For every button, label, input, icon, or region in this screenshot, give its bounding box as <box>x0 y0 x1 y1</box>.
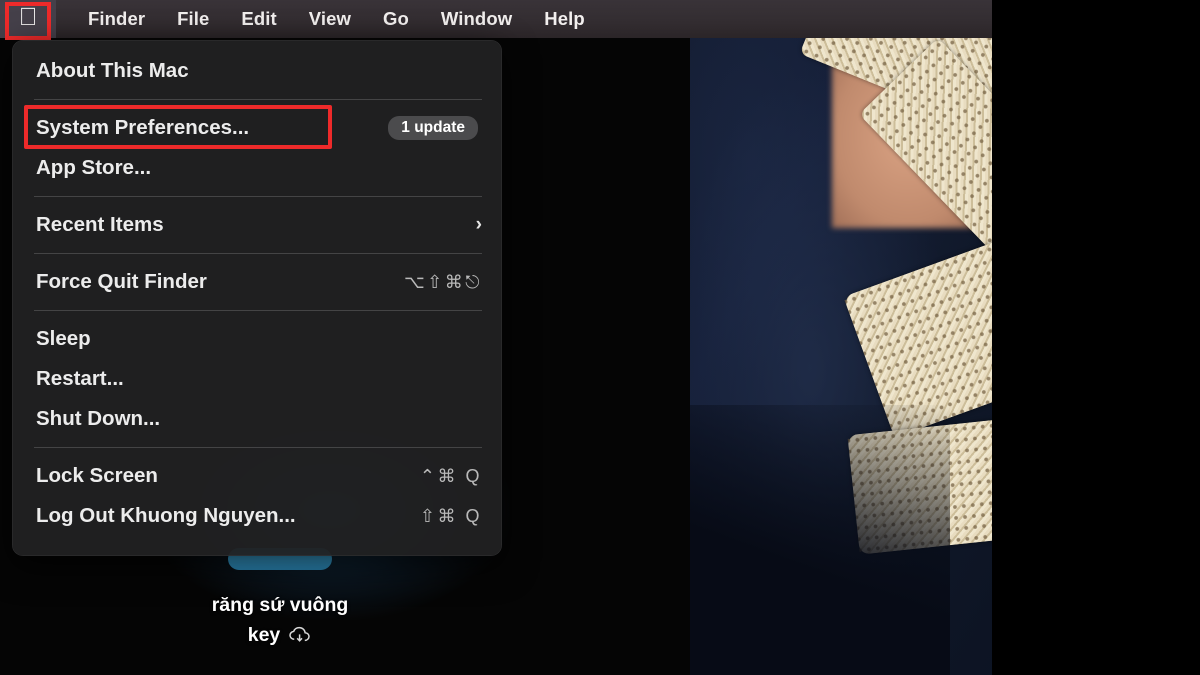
menu-separator <box>34 447 482 448</box>
apple-menu-button[interactable]:  <box>0 0 56 40</box>
menu-item-about-this-mac[interactable]: About This Mac <box>12 51 502 91</box>
menu-item-system-preferences[interactable]: System Preferences... 1 update <box>12 105 502 149</box>
chevron-right-icon: › <box>475 214 482 235</box>
menu-item-log-out[interactable]: Log Out Khuong Nguyen... ⇧⌘ Q <box>12 496 502 536</box>
apple-logo-icon:  <box>19 5 38 30</box>
menu-item-label: Lock Screen <box>36 464 158 487</box>
desktop-icon-caption: răng sứ vuông key <box>140 590 420 650</box>
menu-item-shortcut: ⇧⌘ Q <box>419 505 482 526</box>
menubar-item-view[interactable]: View <box>293 8 367 30</box>
menu-bar:  Finder File Edit View Go Window Help <box>0 0 992 40</box>
menu-item-label: Force Quit Finder <box>36 270 207 293</box>
desktop-icon-label-line2: key <box>247 624 281 646</box>
menu-item-shortcut: ⌃⌘ Q <box>419 465 482 486</box>
menu-item-lock-screen[interactable]: Lock Screen ⌃⌘ Q <box>12 456 502 496</box>
menubar-item-finder[interactable]: Finder <box>72 8 161 30</box>
menubar-item-file[interactable]: File <box>161 8 225 30</box>
menu-item-label: Log Out Khuong Nguyen... <box>36 504 296 527</box>
icloud-download-icon <box>288 626 312 644</box>
menubar-item-go[interactable]: Go <box>367 8 425 30</box>
letterbox-right <box>992 0 1200 675</box>
photo-shadow-edge <box>690 405 950 675</box>
menu-item-shut-down[interactable]: Shut Down... <box>12 399 502 439</box>
menu-separator <box>34 196 482 197</box>
menu-separator <box>34 99 482 100</box>
menu-item-shortcut: ⌥⇧⌘⎋ <box>403 271 482 292</box>
menu-item-label: App Store... <box>36 156 152 179</box>
menu-item-label: About This Mac <box>36 59 189 82</box>
wallpaper-photo <box>690 38 992 675</box>
menu-item-sleep[interactable]: Sleep <box>12 319 502 359</box>
desktop-icon-label-line1: răng sứ vuông <box>211 594 349 616</box>
menubar-item-edit[interactable]: Edit <box>225 8 292 30</box>
menu-item-label: Sleep <box>36 327 91 350</box>
menu-item-force-quit-finder[interactable]: Force Quit Finder ⌥⇧⌘⎋ <box>12 262 502 302</box>
menu-separator <box>34 310 482 311</box>
menu-item-app-store[interactable]: App Store... <box>12 148 502 188</box>
menu-item-label: Restart... <box>36 367 124 390</box>
menu-separator <box>34 253 482 254</box>
menu-item-label: System Preferences... <box>36 116 250 139</box>
desktop[interactable]: răng sứ vuông key  Finder File Ed <box>0 0 992 675</box>
menu-item-label: Shut Down... <box>36 407 161 430</box>
screen: răng sứ vuông key  Finder File Ed <box>0 0 1200 675</box>
menu-item-recent-items[interactable]: Recent Items › <box>12 205 502 245</box>
menu-item-label: Recent Items <box>36 213 164 236</box>
menu-item-restart[interactable]: Restart... <box>12 359 502 399</box>
menubar-item-help[interactable]: Help <box>528 8 601 30</box>
apple-dropdown-menu: About This Mac System Preferences... 1 u… <box>12 40 502 556</box>
update-count-badge: 1 update <box>388 116 478 140</box>
menubar-item-window[interactable]: Window <box>425 8 528 30</box>
desktop-icon-label-line2-row: key <box>140 620 420 650</box>
